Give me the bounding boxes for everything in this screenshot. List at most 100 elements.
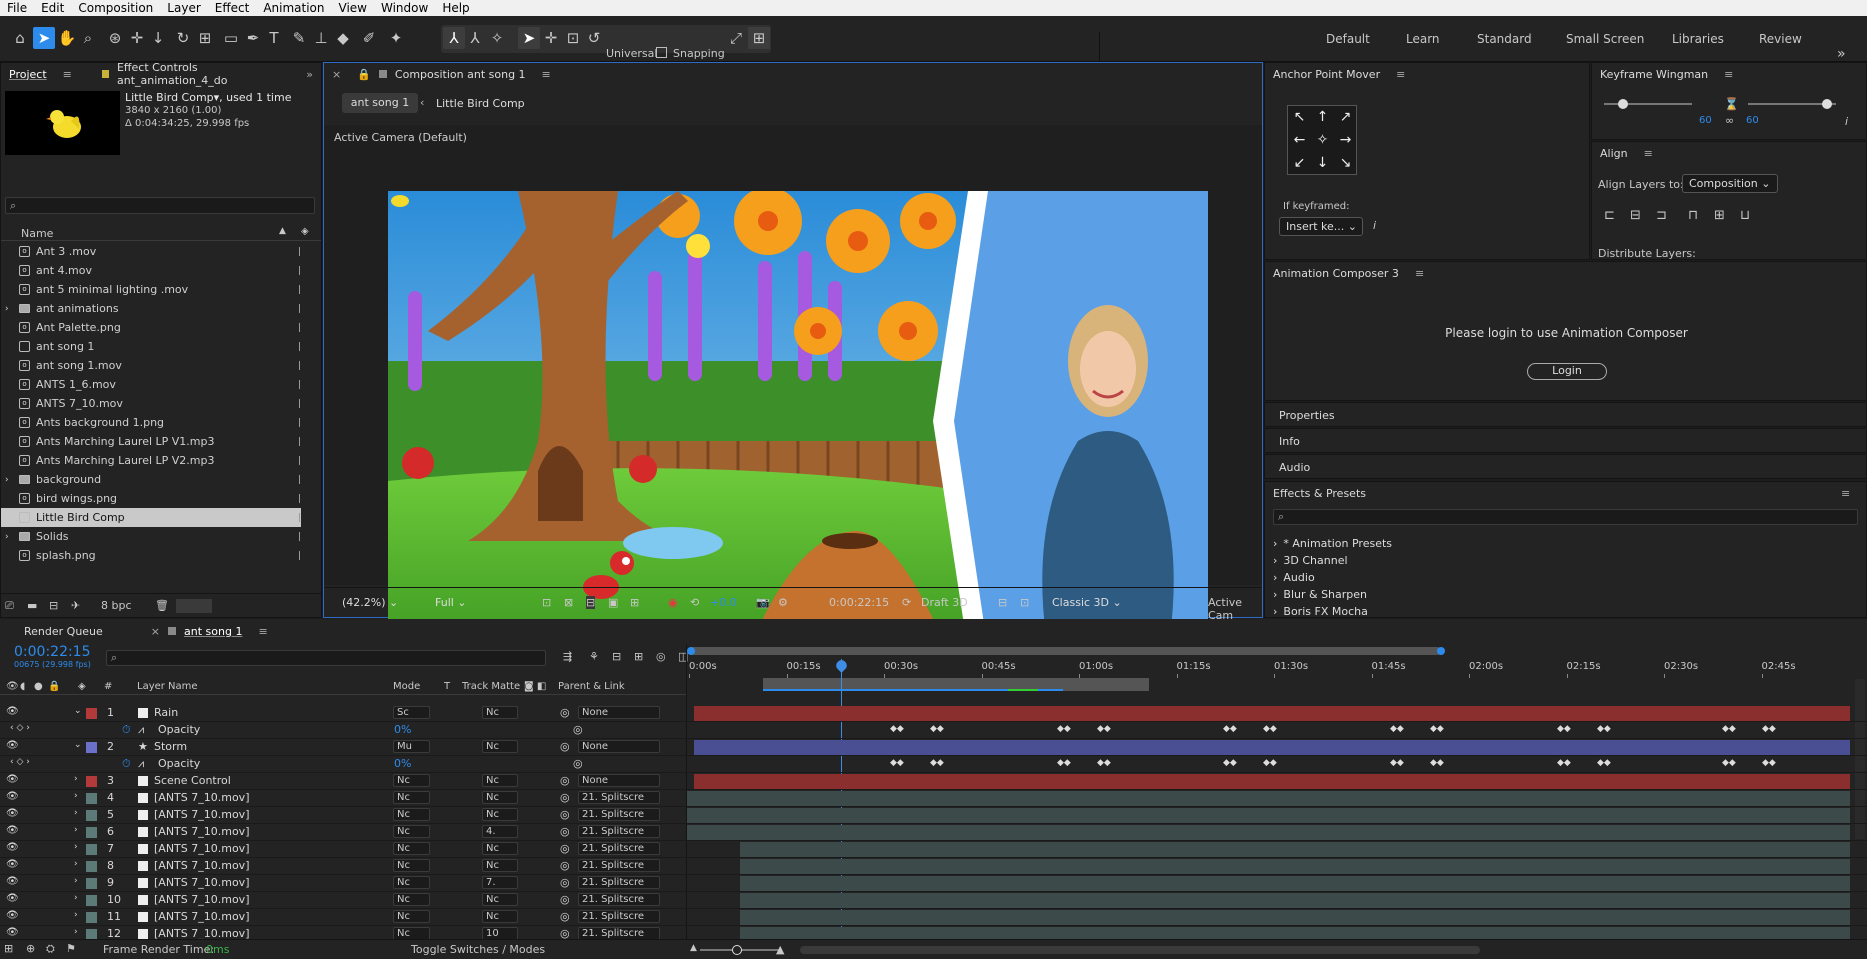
anchor-menu-icon[interactable]: ≡ [1388, 68, 1413, 81]
visibility-icon[interactable]: 👁 [6, 876, 19, 887]
table-row[interactable]: 👁 › 10 [ANTS 7_10.mov] Nc Nc ◎ 21. Splitscre [0, 892, 1867, 909]
keyframe-icon[interactable]: ◆◆ [1722, 759, 1736, 768]
layer-duration-bar[interactable] [694, 740, 1850, 755]
expand-arrow-icon[interactable]: › [74, 876, 78, 886]
track-matte-dropdown[interactable]: Nc [482, 740, 518, 753]
frame-blending-icon[interactable]: ⊞ [634, 650, 643, 663]
parent-dropdown[interactable]: 21. Splitscre [578, 893, 660, 906]
property-row[interactable]: ‹ ◇ › ⏱ ⩘ Opacity 0% ◎ ◆◆ ◆◆ ◆◆ ◆◆ ◆◆ ◆◆ ◆◆ ◆◆ ◆◆ ◆◆ ◆◆ ◆… [0, 722, 1867, 739]
link-icon[interactable]: ∞ [1725, 114, 1734, 127]
layer-name[interactable]: [ANTS 7_10.mov] [154, 825, 249, 838]
clone-stamp-icon[interactable]: ⊥ [310, 27, 332, 49]
keyframe-icon[interactable]: ◆◆ [1762, 725, 1776, 734]
workspace-small-screen[interactable]: Small Screen [1566, 32, 1644, 46]
playhead-handle[interactable] [834, 658, 849, 673]
layer-label-color[interactable] [86, 861, 97, 872]
draft-3d-icon[interactable]: ⟳ [902, 596, 911, 609]
panel-info[interactable]: Info [1264, 428, 1867, 453]
track-matte-dropdown[interactable]: Nc [482, 774, 518, 787]
expand-arrow-icon[interactable]: › [5, 532, 9, 542]
pickwhip-icon[interactable]: ◎ [560, 808, 570, 821]
keyframe-icon[interactable]: ◆◆ [1597, 725, 1611, 734]
expand-arrow-icon[interactable]: › [5, 304, 9, 314]
puppet-pin-icon[interactable]: ✦ [385, 27, 407, 49]
keyframe-icon[interactable]: ◆◆ [1057, 725, 1071, 734]
label-swatch[interactable] [299, 304, 300, 313]
align-top-icon[interactable]: ⊓ [1688, 208, 1698, 223]
layer-label-color[interactable] [86, 844, 97, 855]
view-axis-icon[interactable]: ✧ [486, 27, 508, 49]
layer-mode-dropdown[interactable]: Nc [393, 893, 430, 906]
more-workspaces-icon[interactable]: » [1837, 46, 1846, 62]
align-menu-icon[interactable]: ≡ [1636, 147, 1661, 160]
layer-duration-bar[interactable] [740, 910, 1850, 925]
anchor-center-icon[interactable]: ✧ [1311, 129, 1334, 152]
pickwhip-icon[interactable]: ◎ [560, 774, 570, 787]
project-item[interactable]: o splash.png [1, 546, 301, 565]
layer-duration-bar[interactable] [740, 876, 1850, 891]
layer-duration-bar[interactable] [694, 774, 1850, 789]
layer-label-color[interactable] [86, 708, 97, 719]
close-icon[interactable]: × [324, 68, 349, 81]
keyframe-icon[interactable]: ◆◆ [1557, 725, 1571, 734]
tab-project[interactable]: Project [1, 68, 55, 81]
parent-dropdown[interactable]: 21. Splitscre [578, 910, 660, 923]
stopwatch-icon[interactable]: ⏱ [122, 757, 131, 771]
keyframe-icon[interactable]: ◆◆ [1223, 759, 1237, 768]
layer-name[interactable]: [ANTS 7_10.mov] [154, 910, 249, 923]
property-value[interactable]: 0% [394, 723, 411, 736]
menu-effect[interactable]: Effect [208, 1, 257, 15]
effects-category[interactable]: › * Animation Presets [1273, 537, 1392, 550]
keyframe-nav-icon[interactable]: ‹ ◇ › [10, 757, 30, 767]
keyframe-icon[interactable]: ◆◆ [1223, 725, 1237, 734]
lock-column-icon[interactable]: 🔒 [48, 681, 60, 692]
effects-category[interactable]: › 3D Channel [1273, 554, 1348, 567]
align-to-dropdown[interactable]: Composition ⌄ [1682, 174, 1778, 193]
renderer-dropdown[interactable]: Classic 3D ⌄ [1046, 594, 1132, 611]
parent-dropdown[interactable]: 21. Splitscre [578, 791, 660, 804]
workspace-review[interactable]: Review [1759, 32, 1802, 46]
table-row[interactable]: 👁 › 4 [ANTS 7_10.mov] Nc Nc ◎ 21. Splitscre [0, 790, 1867, 807]
keyframe-icon[interactable]: ◆◆ [1057, 759, 1071, 768]
zoom-dropdown[interactable]: (42.2%) ⌄ [336, 594, 408, 611]
solo-column-icon[interactable]: ● [34, 681, 43, 692]
track-matte-dropdown[interactable]: Nc [482, 910, 518, 923]
zoom-slider[interactable] [700, 945, 780, 955]
keyframe-icon[interactable]: ◆◆ [930, 759, 944, 768]
keyframe-icon[interactable]: ◆◆ [1390, 725, 1404, 734]
anchor-left-icon[interactable]: ← [1288, 129, 1311, 152]
project-item[interactable]: o ant 5 minimal lighting .mov [1, 280, 301, 299]
comp-menu-icon[interactable]: ≡ [534, 68, 559, 81]
stopwatch-icon[interactable]: ⏱ [122, 723, 131, 737]
more-tabs-icon[interactable]: » [298, 68, 321, 81]
zoom-in-icon[interactable]: ▲ [776, 943, 784, 956]
col-track-matte[interactable]: Track Matte [462, 681, 520, 692]
track-matte-dropdown[interactable]: Nc [482, 808, 518, 821]
track-matte-dropdown[interactable]: Nc [482, 859, 518, 872]
layer-mode-dropdown[interactable]: Nc [393, 842, 430, 855]
label-swatch[interactable] [299, 399, 300, 408]
property-pickwhip-icon[interactable]: ◎ [573, 757, 583, 770]
footer-icon-3[interactable]: ⛭ [46, 942, 55, 956]
visibility-icon[interactable]: 👁 [6, 859, 19, 870]
pickwhip-icon[interactable]: ◎ [560, 706, 570, 719]
keyframe-icon[interactable]: ◆◆ [1263, 759, 1277, 768]
track-matte-dropdown[interactable]: 7. [482, 876, 518, 889]
label-swatch[interactable] [299, 361, 300, 370]
menu-help[interactable]: Help [435, 1, 476, 15]
draft-3d-toggle-icon[interactable]: ⚘ [589, 650, 599, 663]
keyframe-icon[interactable]: ◆◆ [1722, 725, 1736, 734]
delete-icon[interactable]: 🗑 [155, 599, 169, 612]
new-comp-icon[interactable]: ⊟ [49, 599, 58, 612]
wingman-info-icon[interactable]: i [1845, 115, 1848, 128]
project-item[interactable]: › ant animations [1, 299, 301, 318]
snap-grid-icon[interactable]: ⊞ [748, 27, 770, 49]
pickwhip-icon[interactable]: ◎ [560, 859, 570, 872]
label-swatch[interactable] [299, 380, 300, 389]
snapshot-icon[interactable]: 📷 [756, 596, 770, 609]
viewer-area[interactable]: Active Camera (Default) [324, 125, 1262, 651]
info-icon[interactable]: i [1373, 219, 1376, 232]
align-h-center-icon[interactable]: ⊟ [1630, 208, 1641, 223]
table-row[interactable]: 👁 ⌄ 1 Rain Sc Nc ◎ None [0, 705, 1867, 722]
keyframe-icon[interactable]: ◆◆ [1430, 725, 1444, 734]
